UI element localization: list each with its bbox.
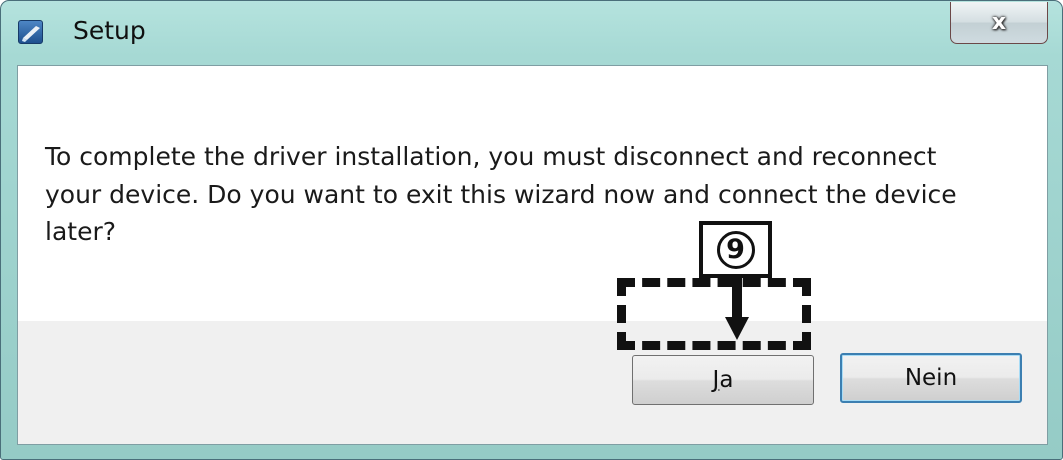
window-title: Setup	[73, 16, 146, 45]
dialog-message: To complete the driver installation, you…	[45, 138, 985, 251]
yes-button-mnemonic: J	[712, 367, 720, 393]
close-icon: x	[991, 10, 1007, 35]
message-line: later?	[45, 217, 116, 246]
message-line: your device. Do you want to exit this wi…	[45, 179, 957, 209]
no-button-label: Nein	[904, 365, 958, 391]
button-bar: Ja Nein	[18, 321, 1047, 444]
yes-button-label: a	[719, 367, 734, 393]
step-number-label: 9	[699, 221, 772, 278]
no-button[interactable]: Nein	[840, 353, 1022, 403]
yes-button[interactable]: Ja	[632, 355, 814, 405]
message-line: To complete the driver installation, you…	[45, 142, 937, 171]
setup-app-icon	[18, 20, 43, 44]
title-bar[interactable]: Setup x	[1, 1, 1062, 65]
close-button[interactable]: x	[950, 2, 1048, 44]
step-number-circle: 9	[716, 230, 755, 269]
dialog-client-area: To complete the driver installation, you…	[17, 65, 1048, 445]
down-arrow-icon	[725, 277, 749, 340]
setup-dialog-window: Setup x To complete the driver installat…	[0, 0, 1063, 460]
